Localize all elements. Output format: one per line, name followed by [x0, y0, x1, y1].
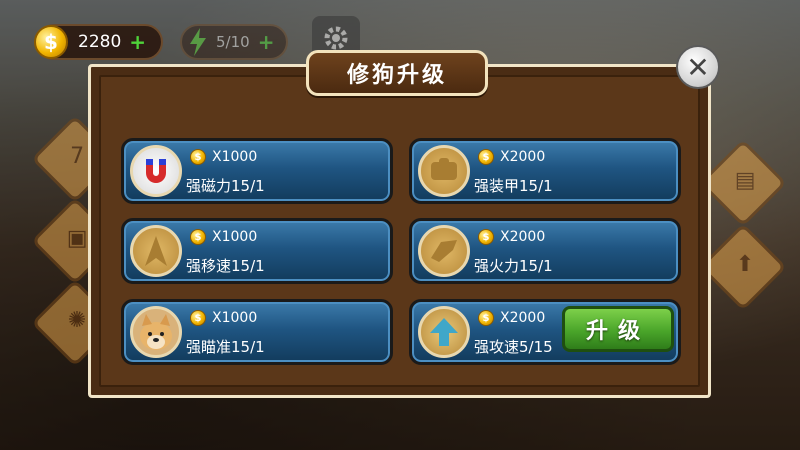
- add-coins-button[interactable]: +: [129, 30, 146, 54]
- close-icon: ✕: [686, 50, 710, 84]
- arrow-up-icon: ⬆: [735, 251, 755, 277]
- upgrade-price: X2000: [500, 149, 546, 165]
- upgrade-name: 强瞄准15/1: [186, 338, 265, 356]
- upgrade-card-armor[interactable]: $ X2000 强装甲15/1: [409, 138, 681, 204]
- coin-icon: $: [478, 229, 494, 245]
- energy-counter: 5/10 +: [180, 24, 288, 60]
- upgrade-button[interactable]: 升级: [562, 306, 674, 352]
- coin-icon: $: [190, 229, 206, 245]
- upgrade-price: X2000: [500, 310, 546, 326]
- upgrade-name: 强装甲15/1: [474, 177, 553, 195]
- upgrade-name: 强磁力15/1: [186, 177, 265, 195]
- upgrade-name: 强攻速5/15: [474, 338, 553, 356]
- gear-icon: [324, 26, 348, 50]
- coin-icon: $: [190, 310, 206, 326]
- panel-title: 修狗升级: [346, 63, 447, 88]
- coin-icon: $: [190, 149, 206, 165]
- upgrade-price: X2000: [500, 229, 546, 245]
- upgrade-price: X1000: [212, 149, 258, 165]
- coin-icon: $: [478, 310, 494, 326]
- firepower-icon: [418, 225, 470, 277]
- coin-icon: $: [34, 25, 68, 59]
- upgrade-price: X1000: [212, 310, 258, 326]
- upgrade-name: 强移速15/1: [186, 257, 265, 275]
- upgrade-card-magnet[interactable]: $ X1000 强磁力15/1: [121, 138, 393, 204]
- coin-value: 2280: [78, 32, 122, 52]
- magnet-icon: [130, 145, 182, 197]
- speed-icon: [130, 225, 182, 277]
- coin-icon: $: [478, 149, 494, 165]
- arrow-up-icon: [418, 306, 470, 358]
- armor-icon: [418, 145, 470, 197]
- energy-bolt-icon: [190, 28, 206, 56]
- close-button[interactable]: ✕: [676, 45, 720, 89]
- upgrade-card-firepower[interactable]: $ X2000 强火力15/1: [409, 218, 681, 284]
- upgrade-card-speed[interactable]: $ X1000 强移速15/1: [121, 218, 393, 284]
- shop-icon: ▤: [734, 167, 756, 193]
- panel-title-plate: 修狗升级: [306, 50, 488, 96]
- doge-icon: [130, 306, 182, 358]
- upgrade-card-aim[interactable]: $ X1000 强瞄准15/1: [121, 299, 393, 365]
- energy-value: 5/10: [216, 33, 250, 51]
- upgrade-price: X1000: [212, 229, 258, 245]
- coin-counter: $ 2280 +: [34, 24, 163, 60]
- upgrade-name: 强火力15/1: [474, 257, 553, 275]
- add-energy-button[interactable]: +: [258, 30, 275, 54]
